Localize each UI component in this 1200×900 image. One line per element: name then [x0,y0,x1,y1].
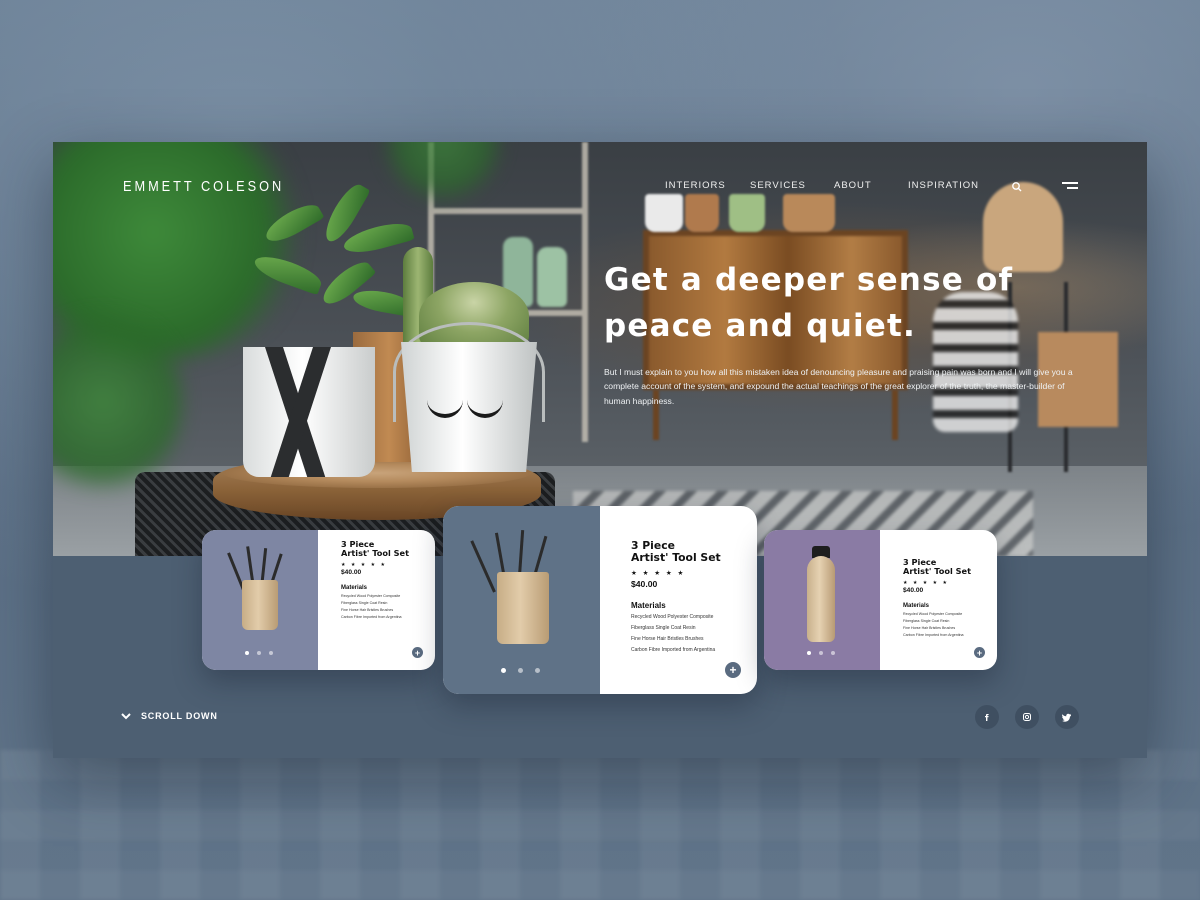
hero-title-line: peace and quiet. [604,308,917,344]
product-title-line: Artist' Tool Set [903,566,972,577]
materials-list: Recycled Wood Polyester Composite Fiberg… [631,612,757,656]
hero-pot [729,194,765,232]
product-info: 3 Piece Artist' Tool Set ★ ★ ★ ★ ★ $40.0… [318,530,435,670]
slider-dot[interactable] [535,668,540,673]
scroll-down-label: SCROLL DOWN [141,711,218,721]
hero-pot [645,194,683,232]
product-info: 3 Piece Artist' Tool Set ★ ★ ★ ★ ★ $40.0… [880,530,997,670]
nav-item-interiors[interactable]: INTERIORS [665,180,726,191]
material-item: Fine Horse Hair Bristles Brushes [341,607,394,612]
materials-heading: Materials [903,602,930,609]
material-item: Carbon Fibre Imported from Argentina [631,646,716,653]
material-item: Recycled Wood Polyester Composite [341,593,401,598]
slider-dot[interactable] [518,668,523,673]
slider-dot[interactable] [257,651,261,655]
bottle [807,556,835,642]
brand-logo[interactable]: EMMETT COLESON [123,178,284,195]
product-card-featured[interactable]: 3 Piece Artist' Tool Set ★ ★ ★ ★ ★ $40.0… [443,506,757,694]
nav-item-inspiration[interactable]: INSPIRATION [908,180,979,191]
striped-pot [243,347,375,477]
succulent-leaf [341,218,415,258]
brush [470,540,496,593]
plus-icon: + [976,647,983,658]
hero-pot [685,194,719,232]
menu-icon[interactable] [1062,181,1078,191]
website-frame: EMMETT COLESON INTERIORS SERVICES ABOUT … [53,142,1147,758]
hero-title: Get a deeper sense of peace and quiet. [604,257,1024,349]
material-item: Fiberglass Single Coat Resin [341,600,388,605]
scroll-down-button[interactable]: SCROLL DOWN [120,710,218,722]
material-item: Fine Horse Hair Bristles Brushes [631,635,704,642]
product-title-line: Artist' Tool Set [631,551,721,565]
chevron-down-icon [121,713,131,720]
instagram-icon[interactable] [1015,705,1039,729]
material-item: Carbon Fibre Imported from Argentina [341,614,402,619]
plus-icon: + [729,663,737,677]
rating-stars: ★ ★ ★ ★ ★ [341,561,387,568]
product-image [764,530,880,670]
brush-holder [242,580,278,630]
slider-dot[interactable] [819,651,823,655]
add-button[interactable]: + [412,647,423,658]
slider-dot[interactable] [807,651,811,655]
twitter-icon[interactable] [1055,705,1079,729]
add-button[interactable]: + [974,647,985,658]
rating-stars: ★ ★ ★ ★ ★ [903,579,949,586]
search-icon[interactable] [1011,180,1023,192]
material-item: Carbon Fibre Imported from Argentina [903,632,964,637]
slider-dot[interactable] [269,651,273,655]
background-rug-pattern [0,750,1200,900]
hero-image [53,142,1147,556]
product-info: 3 Piece Artist' Tool Set ★ ★ ★ ★ ★ $40.0… [600,506,757,694]
brush-holder [497,572,549,644]
material-item: Fiberglass Single Coat Resin [903,618,950,623]
nav-item-services[interactable]: SERVICES [750,180,806,191]
product-image [443,506,600,694]
product-title: 3 Piece Artist' Tool Set [631,539,757,565]
slider-dot[interactable] [245,651,249,655]
product-image [202,530,318,670]
hero-pot [783,194,835,232]
slider-dots [807,651,835,655]
product-price: $40.00 [631,578,658,589]
slider-dot[interactable] [501,668,506,673]
product-title: 3 Piece Artist' Tool Set [341,539,435,559]
hero-vase [537,247,567,307]
product-card[interactable]: 3 Piece Artist' Tool Set ★ ★ ★ ★ ★ $40.0… [764,530,997,670]
plus-icon: + [414,647,421,658]
materials-heading: Materials [341,584,368,591]
material-item: Recycled Wood Polyester Composite [631,613,714,620]
materials-list: Recycled Wood Polyester Composite Fiberg… [903,611,997,639]
material-item: Fiberglass Single Coat Resin [631,624,696,631]
add-button[interactable]: + [725,662,741,678]
slider-dots [501,668,540,673]
product-price: $40.00 [341,568,362,576]
facebook-icon[interactable] [975,705,999,729]
slider-dots [245,651,273,655]
materials-heading: Materials [631,600,666,610]
slider-dot[interactable] [831,651,835,655]
nav-item-about[interactable]: ABOUT [834,180,872,191]
material-item: Recycled Wood Polyester Composite [903,611,963,616]
materials-list: Recycled Wood Polyester Composite Fiberg… [341,593,435,621]
product-price: $40.00 [903,586,924,594]
hero-title-line: Get a deeper sense of [604,262,1014,298]
rating-stars: ★ ★ ★ ★ ★ [631,569,686,577]
product-card[interactable]: 3 Piece Artist' Tool Set ★ ★ ★ ★ ★ $40.0… [202,530,435,670]
product-title-line: Artist' Tool Set [341,548,410,559]
material-item: Fine Horse Hair Bristles Brushes [903,625,956,630]
hero-description: But I must explain to you how all this m… [604,367,1073,406]
product-title: 3 Piece Artist' Tool Set [903,557,997,577]
